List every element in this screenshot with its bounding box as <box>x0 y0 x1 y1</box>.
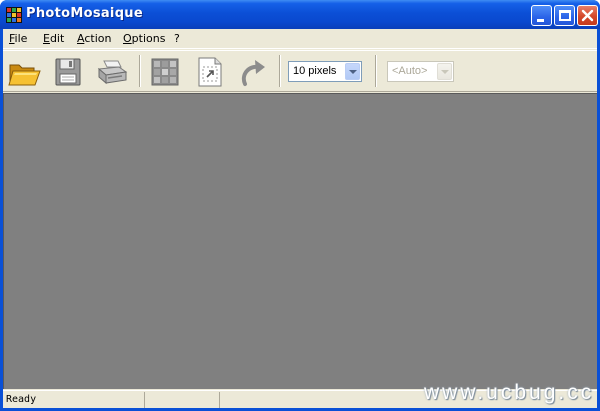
chevron-down-icon[interactable] <box>437 63 452 80</box>
menu-action-label: ction <box>84 32 112 45</box>
close-button[interactable] <box>577 5 598 26</box>
menu-edit-accel: E <box>43 32 50 45</box>
client-area: File Edit Action Options ? 10 pixels <Au… <box>3 29 597 408</box>
toolbar: 10 pixels <Auto> <box>3 50 597 92</box>
save-button[interactable] <box>51 55 85 89</box>
auto-select[interactable]: <Auto> <box>387 61 454 82</box>
app-icon[interactable] <box>6 7 22 23</box>
menu-bar: File Edit Action Options ? <box>3 29 597 49</box>
menu-options[interactable]: Options <box>123 32 165 45</box>
toolbar-separator <box>375 55 377 87</box>
undo-button[interactable] <box>236 55 270 89</box>
toolbar-separator <box>139 55 141 87</box>
tile-size-value: 10 pixels <box>293 65 337 77</box>
minimize-icon <box>537 19 544 22</box>
open-folder-icon <box>8 64 41 86</box>
status-panel-main: Ready <box>3 392 145 408</box>
page-resize-icon <box>198 57 222 87</box>
title-bar[interactable]: PhotoMosaique <box>0 0 600 29</box>
save-disk-icon <box>55 58 81 86</box>
menu-action[interactable]: Action <box>77 32 111 45</box>
menu-options-label: ptions <box>131 32 166 45</box>
menu-edit-label: dit <box>49 32 65 45</box>
menu-help-label: ? <box>174 32 180 45</box>
menu-file[interactable]: File <box>9 32 27 45</box>
maximize-button[interactable] <box>554 5 575 26</box>
window-title: PhotoMosaique <box>26 6 143 21</box>
close-icon <box>581 9 594 22</box>
print-icon <box>97 60 128 85</box>
mosaic-grid-icon <box>151 58 179 86</box>
open-button[interactable] <box>7 55 41 89</box>
mosaic-canvas[interactable] <box>3 93 597 389</box>
chevron-down-icon[interactable] <box>345 63 360 80</box>
status-text: Ready <box>6 394 37 405</box>
undo-arrow-icon <box>241 60 265 86</box>
menu-file-label: ile <box>14 32 28 45</box>
app-window: PhotoMosaique File Edit Action Options ? <box>0 0 600 411</box>
watermark: www.ucbug.cc <box>424 381 595 404</box>
toolbar-separator <box>279 55 281 87</box>
menu-edit[interactable]: Edit <box>43 32 64 45</box>
status-panel-2 <box>145 392 220 408</box>
print-button[interactable] <box>95 55 129 89</box>
menu-options-accel: O <box>123 32 132 45</box>
tile-size-select[interactable]: 10 pixels <box>288 61 362 82</box>
auto-select-value: <Auto> <box>392 65 428 77</box>
mosaic-button[interactable] <box>148 55 182 89</box>
resize-button[interactable] <box>192 55 226 89</box>
menu-help[interactable]: ? <box>174 32 180 45</box>
maximize-icon <box>559 10 571 21</box>
minimize-button[interactable] <box>531 5 552 26</box>
